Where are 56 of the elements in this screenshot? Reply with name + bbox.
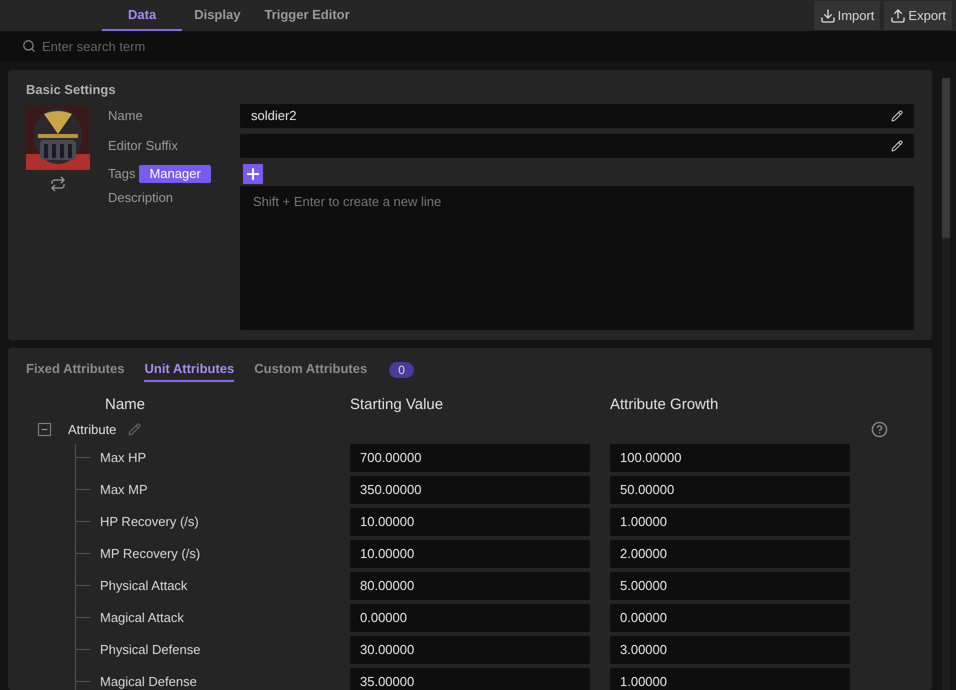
attribute-name: Magical Defense: [99, 672, 198, 690]
starting-value-field[interactable]: 35.00000: [350, 668, 590, 690]
column-header: Name: [105, 395, 146, 415]
attribute-growth-field[interactable]: 100.00000: [610, 444, 850, 472]
attribute-name: Max MP: [99, 480, 149, 499]
attribute-growth-field[interactable]: 3.00000: [610, 636, 850, 664]
column-header: Starting Value: [350, 395, 444, 415]
field-label: Editor Suffix: [108, 136, 179, 155]
attribute-name: Physical Defense: [99, 640, 202, 659]
starting-value-field[interactable]: 10.00000: [350, 508, 590, 536]
swap-icon: [50, 176, 66, 192]
field-label: Name: [108, 106, 144, 125]
attribute-growth-field[interactable]: 2.00000: [610, 540, 850, 568]
description-field[interactable]: Shift + Enter to create a new line: [240, 186, 914, 330]
attribute-growth-field[interactable]: 50.00000: [610, 476, 850, 504]
attribute-growth-field[interactable]: 1.00000: [610, 508, 850, 536]
field-label: Tags: [108, 164, 136, 183]
attribute-name: MP Recovery (/s): [99, 544, 202, 563]
edit-icon: [891, 140, 903, 152]
upload-icon: [890, 8, 906, 24]
attribute-tab[interactable]: Unit Attributes: [144, 358, 234, 382]
add-tag-button[interactable]: [242, 164, 263, 184]
download-icon: [820, 8, 836, 24]
toolbar-button[interactable]: Import: [814, 1, 880, 30]
attribute-name: Physical Attack: [99, 576, 188, 595]
attribute-tab[interactable]: Custom Attributes: [254, 358, 368, 382]
help-icon: [871, 421, 888, 438]
name-field[interactable]: soldier2: [240, 104, 914, 128]
attribute-growth-field[interactable]: 0.00000: [610, 604, 850, 632]
starting-value-field[interactable]: 350.00000: [350, 476, 590, 504]
section-title: Basic Settings: [26, 81, 117, 99]
group-name: Attribute: [68, 421, 116, 439]
attribute-name: HP Recovery (/s): [99, 512, 200, 531]
toolbar-button[interactable]: Export: [884, 1, 952, 30]
top-tab[interactable]: Trigger Editor: [252, 0, 362, 31]
field-label: Description: [108, 188, 174, 207]
attribute-growth-field[interactable]: 5.00000: [610, 572, 850, 600]
search-field[interactable]: Enter search term: [0, 31, 956, 62]
attribute-name: Max HP: [99, 448, 148, 467]
edit-icon: [891, 110, 903, 122]
tag: Manager: [139, 164, 211, 182]
starting-value-field[interactable]: 0.00000: [350, 604, 590, 632]
collapse-toggle[interactable]: [38, 423, 51, 436]
attribute-tab[interactable]: Fixed Attributes: [26, 358, 124, 382]
attribute-name: Magical Attack: [99, 608, 185, 627]
count-badge: 0: [389, 362, 414, 378]
column-header: Attribute Growth: [610, 395, 718, 415]
suffix-field[interactable]: [240, 134, 914, 158]
search-icon: [22, 39, 36, 53]
starting-value-field[interactable]: 10.00000: [350, 540, 590, 568]
starting-value-field[interactable]: 80.00000: [350, 572, 590, 600]
starting-value-field[interactable]: 700.00000: [350, 444, 590, 472]
top-tab[interactable]: Display: [182, 0, 252, 31]
starting-value-field[interactable]: 30.00000: [350, 636, 590, 664]
edit-icon: [128, 423, 142, 436]
attribute-growth-field[interactable]: 1.00000: [610, 668, 850, 690]
